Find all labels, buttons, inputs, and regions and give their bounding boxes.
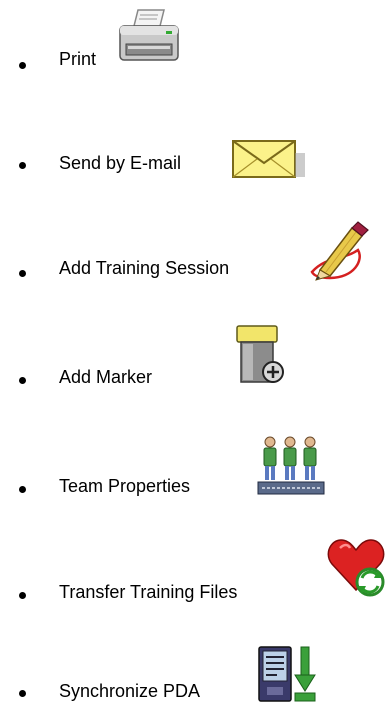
bullet: [19, 270, 26, 277]
item-label: Transfer Training Files: [59, 582, 238, 602]
bullet: [19, 486, 26, 493]
item-label: Team Properties: [59, 476, 191, 496]
list-item-team-properties: Team Properties: [0, 420, 388, 500]
envelope-icon: [231, 137, 307, 181]
pencil-icon: [308, 220, 370, 282]
list-item-add-training-session: Add Training Session: [0, 208, 388, 288]
paint-roller-icon: [233, 324, 289, 386]
list-item-add-marker: Add Marker: [0, 310, 388, 390]
item-label: Print: [59, 49, 97, 69]
item-label: Add Training Session: [59, 258, 230, 278]
bullet: [19, 377, 26, 384]
bullet: [19, 690, 26, 697]
bullet: [19, 162, 26, 169]
item-label: Add Marker: [59, 367, 153, 387]
list-item-synchronize-pda: Synchronize PDA: [0, 627, 388, 707]
item-label: Send by E-mail: [59, 153, 182, 173]
pda-sync-icon: [257, 645, 319, 705]
bullet: [19, 592, 26, 599]
printer-icon: [116, 8, 184, 68]
bullet: [19, 62, 26, 69]
heart-transfer-icon: [326, 532, 386, 600]
list-item-send-email: Send by E-mail: [0, 106, 388, 186]
list-item-transfer-training-files: Transfer Training Files: [0, 530, 388, 610]
list-item-print: Print: [0, 0, 388, 80]
team-icon: [256, 432, 326, 500]
item-label: Synchronize PDA: [59, 681, 201, 701]
